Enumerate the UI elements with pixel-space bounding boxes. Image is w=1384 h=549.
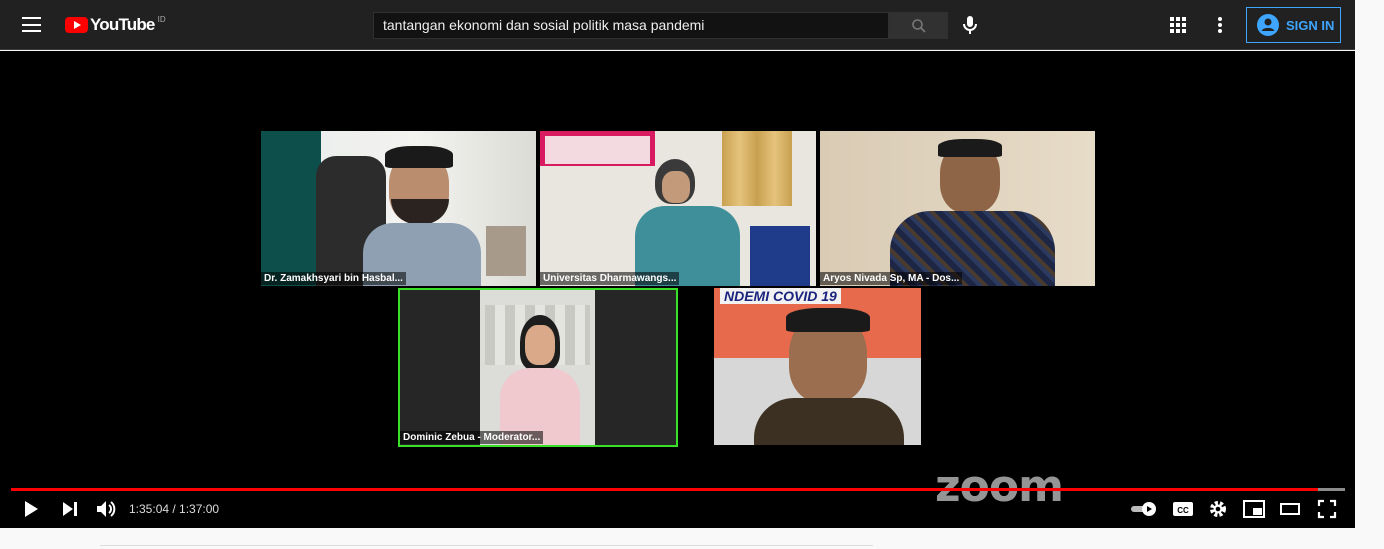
sign-in-label: SIGN IN [1286,17,1335,33]
participant-tile: Dr. Zamakhsyari bin Hasbal... [261,131,536,286]
participant-tile: NDEMI COVID 19 [714,288,921,445]
more-icon[interactable] [1212,15,1228,35]
masthead: YouTube ID tantangan ekonomi dan sosial … [0,0,1355,50]
participant-tile: Universitas Dharmawangs... [540,131,816,286]
below-player-area [100,545,873,549]
participant-name: Universitas Dharmawangs... [540,272,680,285]
country-code: ID [157,15,166,24]
autoplay-toggle-icon[interactable] [1130,501,1158,517]
next-icon[interactable] [61,501,79,517]
account-icon [1257,14,1279,36]
banner-text: NDEMI COVID 19 [720,288,841,304]
menu-icon[interactable] [22,17,41,32]
zoom-watermark: zoom [935,461,1064,512]
time-display: 1:35:04 / 1:37:00 [129,502,220,516]
search-icon [911,18,926,33]
progress-bar[interactable] [11,488,1345,491]
apps-icon[interactable] [1168,15,1188,35]
theater-icon[interactable] [1280,502,1300,516]
participant-name: Aryos Nivada Sp, MA - Dos... [820,272,963,285]
sign-in-button[interactable]: SIGN IN [1246,7,1341,43]
youtube-logo[interactable]: YouTube ID [65,15,166,35]
volume-icon[interactable] [95,499,117,519]
search-input[interactable]: tantangan ekonomi dan sosial politik mas… [373,12,889,39]
search-button[interactable] [889,12,948,39]
mic-icon[interactable] [958,13,982,37]
svg-text:CC: CC [1177,506,1189,515]
participant-tile-active: Dominic Zebua - Moderator... [398,288,678,447]
participant-name: Dr. Zamakhsyari bin Hasbal... [261,272,406,285]
miniplayer-icon[interactable] [1243,500,1265,518]
play-icon[interactable] [22,500,40,518]
settings-icon[interactable] [1208,499,1228,519]
fullscreen-icon[interactable] [1317,499,1337,519]
video-player[interactable]: Dr. Zamakhsyari bin Hasbal... Universita… [0,51,1355,528]
page-margin [1355,0,1384,548]
participant-tile: Aryos Nivada Sp, MA - Dos... [820,131,1095,286]
progress-fill [11,488,1319,491]
captions-icon[interactable]: CC [1172,500,1194,518]
participant-name: Dominic Zebua - Moderator... [400,431,544,444]
youtube-logo-icon [65,17,88,33]
logo-text: YouTube [90,15,155,34]
